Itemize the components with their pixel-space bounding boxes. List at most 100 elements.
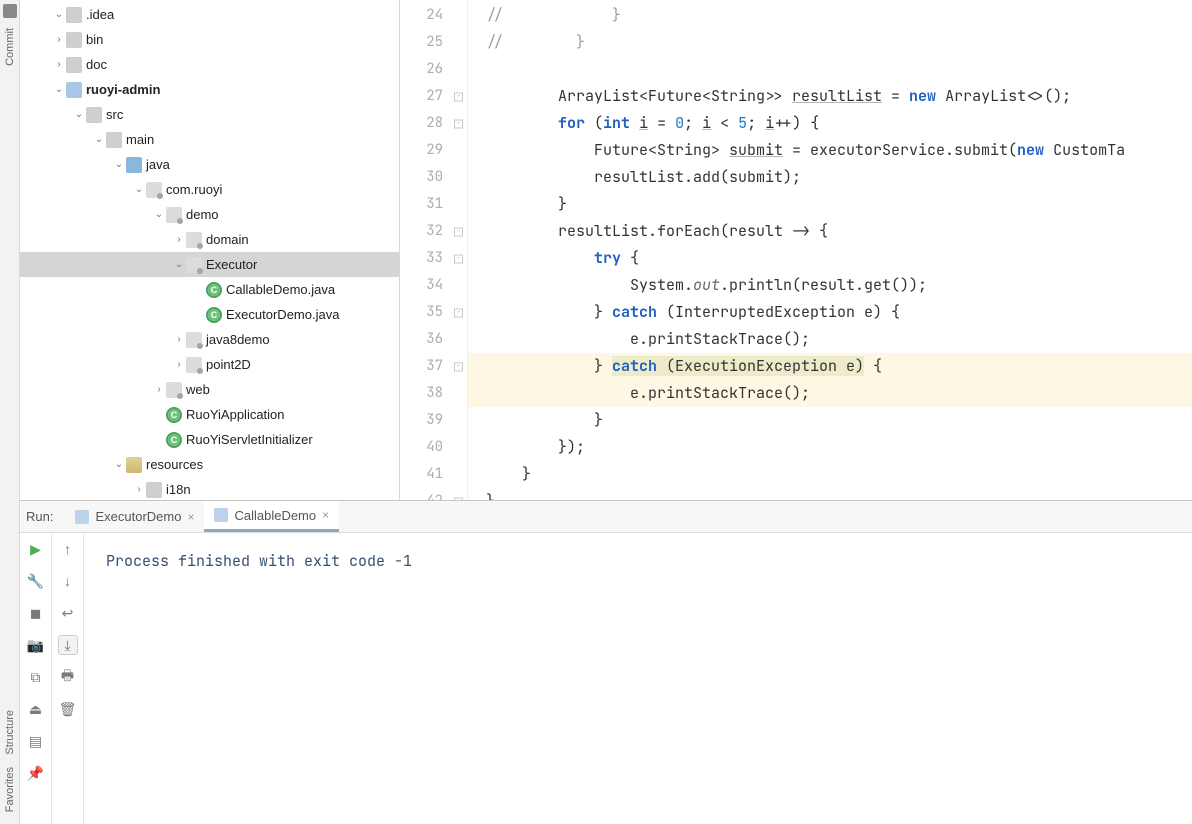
chevron-icon[interactable]: › xyxy=(52,34,66,45)
chevron-icon[interactable]: ⌄ xyxy=(112,459,126,470)
fold-icon[interactable]: − xyxy=(454,362,463,371)
camera-button[interactable]: 📷 xyxy=(26,635,46,655)
gutter-line[interactable]: 38 xyxy=(400,380,467,407)
tree-row-demo[interactable]: ⌄demo xyxy=(20,202,399,227)
project-tool-icon[interactable] xyxy=(3,4,17,18)
favorites-tool-label[interactable]: Favorites xyxy=(4,761,16,818)
code-line[interactable]: } xyxy=(468,191,1192,218)
tree-row--idea[interactable]: ⌄.idea xyxy=(20,2,399,27)
code-line[interactable]: try { xyxy=(468,245,1192,272)
gutter-line[interactable]: 31 xyxy=(400,191,467,218)
tree-row-executor[interactable]: ⌄Executor xyxy=(20,252,399,277)
code-line[interactable]: resultList.forEach(result -> { xyxy=(468,218,1192,245)
tree-row-com-ruoyi[interactable]: ⌄com.ruoyi xyxy=(20,177,399,202)
chevron-icon[interactable]: › xyxy=(132,484,146,495)
tree-row-ruoyiservletinitializer[interactable]: CRuoYiServletInitializer xyxy=(20,427,399,452)
gutter-line[interactable]: 33− xyxy=(400,245,467,272)
code-line[interactable]: System.out.println(result.get()); xyxy=(468,272,1192,299)
run-tab-executordemo[interactable]: ExecutorDemo× xyxy=(65,501,204,532)
layout-button[interactable]: ⧉ xyxy=(26,667,46,687)
gutter-line[interactable]: 26 xyxy=(400,56,467,83)
fold-icon[interactable]: − xyxy=(454,227,463,236)
code-line[interactable]: }); xyxy=(468,434,1192,461)
tree-row-bin[interactable]: ›bin xyxy=(20,27,399,52)
code-line[interactable]: } xyxy=(468,488,1192,500)
tree-row-doc[interactable]: ›doc xyxy=(20,52,399,77)
gutter-line[interactable]: 37− xyxy=(400,353,467,380)
tree-row-point2d[interactable]: ›point2D xyxy=(20,352,399,377)
fold-icon[interactable]: − xyxy=(454,308,463,317)
code-line[interactable]: for (int i = 0; i < 5; i++) { xyxy=(468,110,1192,137)
tree-row-resources[interactable]: ⌄resources xyxy=(20,452,399,477)
gutter-line[interactable]: 41 xyxy=(400,461,467,488)
tree-row-java[interactable]: ⌄java xyxy=(20,152,399,177)
tree-row-web[interactable]: ›web xyxy=(20,377,399,402)
chevron-icon[interactable]: › xyxy=(52,59,66,70)
rerun-button[interactable]: ▶ xyxy=(26,539,46,559)
pin-button[interactable]: 📌 xyxy=(26,763,46,783)
chevron-icon[interactable]: ⌄ xyxy=(52,84,66,95)
close-icon[interactable]: × xyxy=(322,508,329,522)
gutter-line[interactable]: 29 xyxy=(400,137,467,164)
run-output[interactable]: Process finished with exit code -1 xyxy=(84,533,1192,824)
fold-icon[interactable]: − xyxy=(454,92,463,101)
gutter-line[interactable]: 39 xyxy=(400,407,467,434)
code-line[interactable]: resultList.add(submit); xyxy=(468,164,1192,191)
gutter-line[interactable]: 40 xyxy=(400,434,467,461)
code-editor[interactable]: // }// } ArrayList<Future<String>> resul… xyxy=(468,0,1192,500)
code-line[interactable]: ArrayList<Future<String>> resultList = n… xyxy=(468,83,1192,110)
code-line[interactable]: Future<String> submit = executorService.… xyxy=(468,137,1192,164)
blocks-button[interactable]: ▤ xyxy=(26,731,46,751)
gutter-line[interactable]: 25 xyxy=(400,29,467,56)
tree-row-executordemo-java[interactable]: CExecutorDemo.java xyxy=(20,302,399,327)
gutter-line[interactable]: 34 xyxy=(400,272,467,299)
code-line[interactable]: } catch (ExecutionException e) { xyxy=(468,353,1192,380)
chevron-icon[interactable]: ⌄ xyxy=(72,109,86,120)
tree-row-ruoyi-admin[interactable]: ⌄ruoyi-admin xyxy=(20,77,399,102)
close-icon[interactable]: × xyxy=(187,510,194,524)
gutter-line[interactable]: 30 xyxy=(400,164,467,191)
gutter-line[interactable]: 32− xyxy=(400,218,467,245)
chevron-icon[interactable]: ⌄ xyxy=(112,159,126,170)
tree-row-i18n[interactable]: ›i18n xyxy=(20,477,399,500)
code-line[interactable]: // } xyxy=(468,29,1192,56)
tree-row-domain[interactable]: ›domain xyxy=(20,227,399,252)
tree-row-main[interactable]: ⌄main xyxy=(20,127,399,152)
gutter-line[interactable]: 42− xyxy=(400,488,467,500)
exit-button[interactable]: ⏏ xyxy=(26,699,46,719)
chevron-icon[interactable]: › xyxy=(172,334,186,345)
tree-row-src[interactable]: ⌄src xyxy=(20,102,399,127)
chevron-icon[interactable]: ⌄ xyxy=(132,184,146,195)
code-line[interactable]: e.printStackTrace(); xyxy=(468,380,1192,407)
tree-row-callabledemo-java[interactable]: CCallableDemo.java xyxy=(20,277,399,302)
chevron-icon[interactable]: › xyxy=(172,234,186,245)
tree-row-java8demo[interactable]: ›java8demo xyxy=(20,327,399,352)
project-tree[interactable]: ⌄.idea›bin›doc⌄ruoyi-admin⌄src⌄main⌄java… xyxy=(20,0,400,500)
gutter-line[interactable]: 27− xyxy=(400,83,467,110)
gutter-line[interactable]: 36 xyxy=(400,326,467,353)
code-line[interactable]: e.printStackTrace(); xyxy=(468,326,1192,353)
chevron-icon[interactable]: ⌄ xyxy=(172,259,186,270)
code-line[interactable]: // } xyxy=(468,2,1192,29)
chevron-icon[interactable]: ⌄ xyxy=(152,209,166,220)
code-line[interactable] xyxy=(468,56,1192,83)
chevron-icon[interactable]: ⌄ xyxy=(52,9,66,20)
structure-tool-label[interactable]: Structure xyxy=(4,704,16,761)
code-line[interactable]: } catch (InterruptedException e) { xyxy=(468,299,1192,326)
chevron-icon[interactable]: › xyxy=(152,384,166,395)
fold-icon[interactable]: − xyxy=(454,254,463,263)
print-button[interactable]: 🖶 xyxy=(58,667,78,687)
trash-button[interactable]: 🗑 xyxy=(58,699,78,719)
stop-button[interactable]: ◼ xyxy=(26,603,46,623)
editor-gutter[interactable]: 24252627−28−29303132−33−3435−3637−383940… xyxy=(400,0,468,500)
down-button[interactable]: ↓ xyxy=(58,571,78,591)
tree-row-ruoyiapplication[interactable]: CRuoYiApplication xyxy=(20,402,399,427)
code-line[interactable]: } xyxy=(468,407,1192,434)
fold-icon[interactable]: − xyxy=(454,119,463,128)
up-button[interactable]: ↑ xyxy=(58,539,78,559)
commit-tool-label[interactable]: Commit xyxy=(4,22,16,72)
code-line[interactable]: } xyxy=(468,461,1192,488)
chevron-icon[interactable]: ⌄ xyxy=(92,134,106,145)
gutter-line[interactable]: 24 xyxy=(400,2,467,29)
scroll-to-end-button[interactable]: ⤓ xyxy=(58,635,78,655)
